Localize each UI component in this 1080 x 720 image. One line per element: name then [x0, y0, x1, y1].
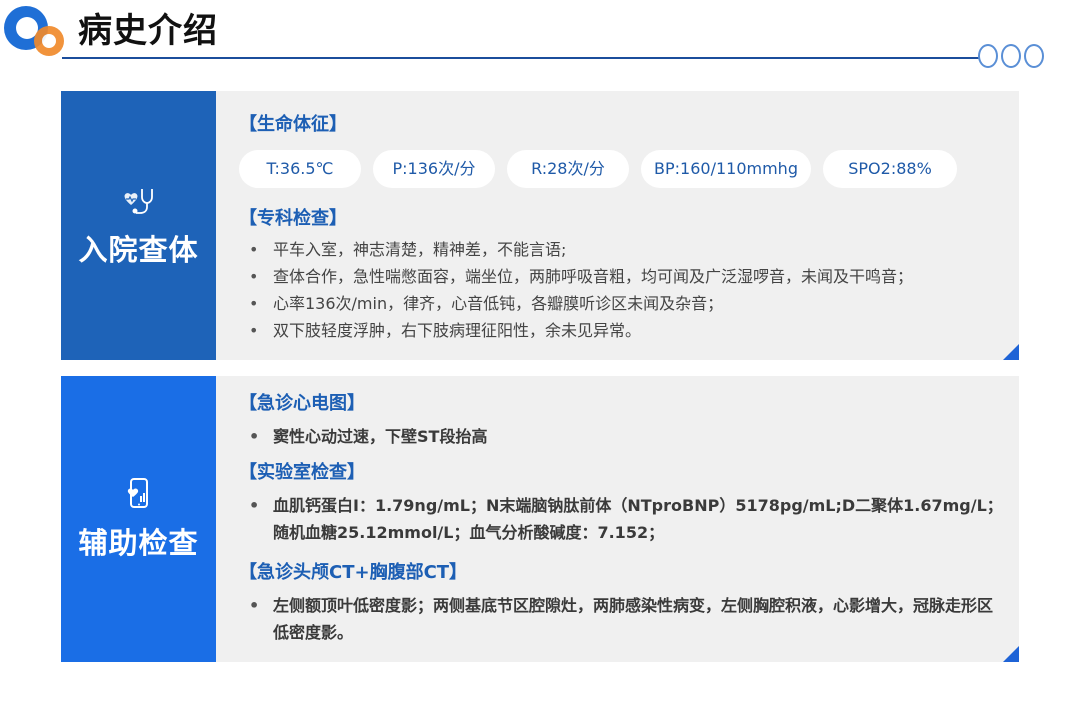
corner-accent [1003, 646, 1019, 662]
auxiliary-exam-panel: 辅助检查 【急诊心电图】 窦性心动过速，下壁ST段抬高 【实验室检查】 血肌钙蛋… [61, 376, 1019, 662]
admission-exam-title: 入院查体 [78, 232, 199, 267]
ecg-list: 窦性心动过速，下壁ST段抬高 [239, 423, 1003, 450]
logo [4, 6, 64, 58]
admission-exam-panel: 入院查体 【生命体征】 T:36.5℃ P:136次/分 R:28次/分 BP:… [61, 91, 1019, 360]
vital-respiration: R:28次/分 [507, 150, 629, 188]
list-item: 双下肢轻度浮肿，右下肢病理征阳性，余未见异常。 [239, 317, 1003, 344]
ecg-section-title: 【急诊心电图】 [239, 393, 365, 414]
admission-exam-content: 【生命体征】 T:36.5℃ P:136次/分 R:28次/分 BP:160/1… [239, 91, 1003, 344]
auxiliary-exam-sidebar: 辅助检查 [61, 376, 216, 662]
vital-blood-pressure: BP:160/110mmhg [641, 150, 811, 188]
ct-list: 左侧额顶叶低密度影；两侧基底节区腔隙灶，两肺感染性病变，左侧胸腔积液，心影增大，… [239, 592, 1003, 646]
lab-section-title: 【实验室检查】 [239, 462, 365, 483]
list-item: 心率136次/min，律齐，心音低钝，各瓣膜听诊区未闻及杂音； [239, 290, 1003, 317]
page-title: 病史介绍 [78, 11, 218, 51]
list-item: 平车入室，神志清楚，精神差，不能言语; [239, 236, 1003, 263]
vital-spo2: SPO2:88% [823, 150, 957, 188]
vitals-section-title: 【生命体征】 [239, 114, 347, 135]
auxiliary-exam-content: 【急诊心电图】 窦性心动过速，下壁ST段抬高 【实验室检查】 血肌钙蛋白I：1.… [239, 376, 1003, 646]
ct-section-title: 【急诊头颅CT+胸腹部CT】 [239, 562, 468, 583]
list-item: 窦性心动过速，下壁ST段抬高 [239, 423, 1003, 450]
decorative-circles [978, 44, 1044, 68]
corner-accent [1003, 344, 1019, 360]
specialist-exam-title: 【专科检查】 [239, 208, 347, 229]
mobile-heart-report-icon [127, 478, 148, 508]
list-item: 左侧额顶叶低密度影；两侧基底节区腔隙灶，两肺感染性病变，左侧胸腔积液，心影增大，… [239, 592, 1003, 646]
list-item: 血肌钙蛋白I：1.79ng/mL；N末端脑钠肽前体（NTproBNP）5178p… [239, 492, 1003, 546]
lab-list: 血肌钙蛋白I：1.79ng/mL；N末端脑钠肽前体（NTproBNP）5178p… [239, 492, 1003, 546]
list-item: 查体合作，急性喘憋面容，端坐位，两肺呼吸音粗，均可闻及广泛湿啰音，未闻及干鸣音； [239, 263, 1003, 290]
auxiliary-exam-title: 辅助检查 [78, 526, 199, 560]
specialist-exam-list: 平车入室，神志清楚，精神差，不能言语; 查体合作，急性喘憋面容，端坐位，两肺呼吸… [239, 236, 1003, 344]
vital-temperature: T:36.5℃ [239, 150, 361, 188]
vital-signs-row: T:36.5℃ P:136次/分 R:28次/分 BP:160/110mmhg … [239, 150, 1003, 188]
vital-pulse: P:136次/分 [373, 150, 495, 188]
heart-stethoscope-icon [124, 188, 153, 214]
header-divider [62, 57, 980, 59]
admission-exam-sidebar: 入院查体 [61, 91, 216, 360]
